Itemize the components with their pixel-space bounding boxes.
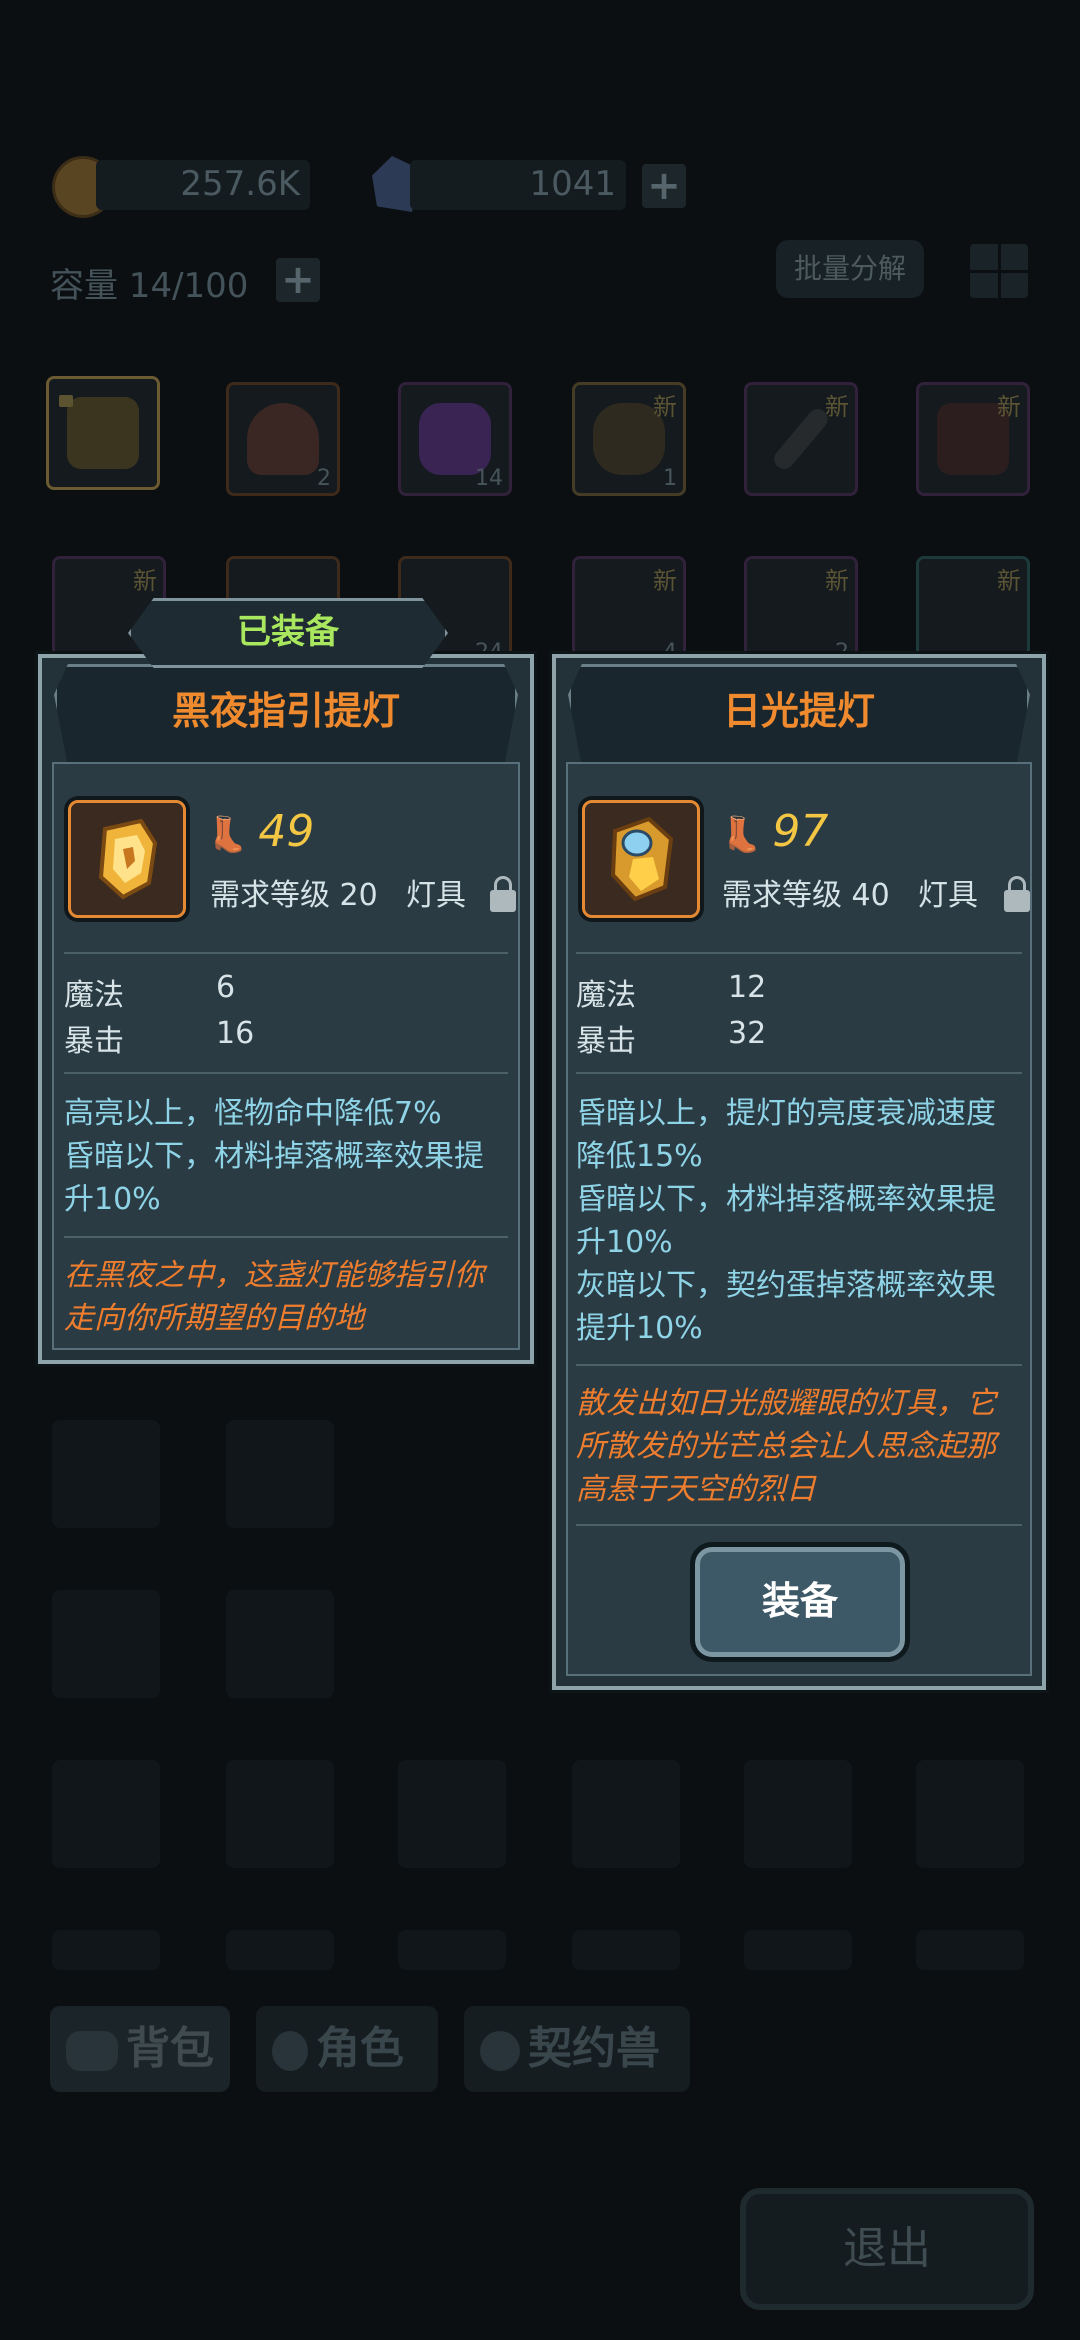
item-icon xyxy=(582,800,700,918)
character-icon xyxy=(272,2031,308,2071)
crystal-amount: 1041 xyxy=(529,164,616,204)
equipped-item-card: 黑夜指引提灯 👢 49 需求等级 20 灯具 魔法 6 暴击 16 高亮以上，怪物… xyxy=(38,654,534,1364)
item-name: 日光提灯 xyxy=(722,689,875,733)
effect-line: 升10% xyxy=(576,1225,673,1260)
effect-line: 提升10% xyxy=(576,1311,703,1346)
lore-line: 高悬于天空的烈日 xyxy=(576,1472,816,1507)
tab-backpack[interactable]: 背包 xyxy=(50,2006,230,2092)
tab-character[interactable]: 角色 xyxy=(256,2006,438,2092)
effect-line: 昏暗以上，提灯的亮度衰减速度 xyxy=(576,1096,996,1131)
stat-key: 魔法 xyxy=(576,978,636,1013)
inventory-slot[interactable]: 新 xyxy=(916,382,1030,496)
effect-line: 升10% xyxy=(64,1182,161,1217)
paw-icon xyxy=(480,2031,520,2071)
add-crystal-button[interactable]: + xyxy=(642,164,686,208)
lock-icon[interactable] xyxy=(490,876,516,912)
stat-value: 16 xyxy=(216,1016,255,1051)
inventory-slot[interactable] xyxy=(46,376,160,490)
item-icon xyxy=(68,800,186,918)
lore-line: 散发出如日光般耀眼的灯具，它 xyxy=(576,1386,996,1421)
backpack-icon xyxy=(66,2031,118,2071)
grid-view-icon[interactable] xyxy=(970,244,1028,298)
effect-line: 高亮以上，怪物命中降低7% xyxy=(64,1096,442,1131)
lore-line: 走向你所期望的目的地 xyxy=(64,1301,364,1336)
effect-line: 昏暗以下，材料掉落概率效果提 xyxy=(576,1182,996,1217)
lore-line: 所散发的光芒总会让人思念起那 xyxy=(576,1429,996,1464)
stat-value: 12 xyxy=(728,970,767,1005)
stat-value: 32 xyxy=(728,1016,767,1051)
effect-line: 降低15% xyxy=(576,1139,703,1174)
lock-icon[interactable] xyxy=(1004,876,1030,912)
capacity-label: 容量 14/100 xyxy=(50,266,249,306)
inventory-slot[interactable]: 2 xyxy=(226,382,340,496)
item-power: 👢 49 xyxy=(206,806,315,857)
compare-item-card: 日光提灯 👢 97 需求等级 40 灯具 魔法 12 暴击 32 昏暗以上，提灯的… xyxy=(552,654,1046,1690)
level-requirement: 需求等级 20 xyxy=(210,878,378,913)
equipped-badge: 已装备 xyxy=(128,598,448,668)
stat-key: 暴击 xyxy=(64,1024,124,1059)
inventory-slot[interactable]: 新 xyxy=(744,382,858,496)
power-icon: 👢 xyxy=(720,815,763,855)
stat-key: 暴击 xyxy=(576,1024,636,1059)
item-type: 灯具 xyxy=(406,878,466,913)
gold-amount: 257.6K xyxy=(180,164,300,204)
effect-line: 灰暗以下，契约蛋掉落概率效果 xyxy=(576,1268,996,1303)
inventory-slot[interactable]: 新 xyxy=(916,556,1030,670)
inventory-slot[interactable]: 14 xyxy=(398,382,512,496)
exit-button[interactable]: 退出 xyxy=(740,2188,1034,2310)
tab-pet[interactable]: 契约兽 xyxy=(464,2006,690,2092)
lantern-icon xyxy=(98,818,158,900)
batch-disassemble-button[interactable]: 批量分解 xyxy=(776,240,924,298)
lore-line: 在黑夜之中，这盏灯能够指引你 xyxy=(64,1258,484,1293)
inventory-slot[interactable]: 新 2 xyxy=(744,556,858,670)
inventory-slot[interactable]: 新 1 xyxy=(572,382,686,496)
inventory-slot[interactable]: 新 4 xyxy=(572,556,686,670)
lock-icon xyxy=(59,395,73,407)
effect-line: 昏暗以下，材料掉落概率效果提 xyxy=(64,1139,484,1174)
expand-capacity-button[interactable]: + xyxy=(276,258,320,302)
item-type: 灯具 xyxy=(918,878,978,913)
item-power: 👢 97 xyxy=(720,806,829,857)
equip-button[interactable]: 装备 xyxy=(690,1542,910,1662)
item-name: 黑夜指引提灯 xyxy=(171,689,400,733)
stat-key: 魔法 xyxy=(64,978,124,1013)
level-requirement: 需求等级 40 xyxy=(722,878,890,913)
lantern-icon xyxy=(610,816,674,902)
power-icon: 👢 xyxy=(206,815,249,855)
stat-value: 6 xyxy=(216,970,236,1005)
